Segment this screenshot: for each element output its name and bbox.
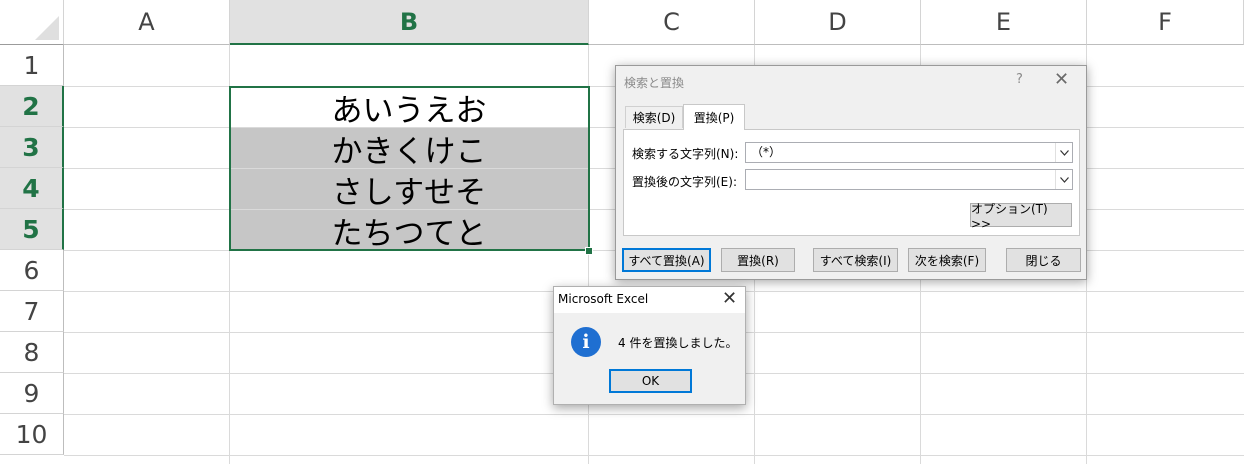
replace-button[interactable]: 置換(R) <box>721 248 795 272</box>
tab-replace[interactable]: 置換(P) <box>683 104 745 130</box>
row-header-9[interactable]: 9 <box>0 373 64 414</box>
row-header-1[interactable]: 1 <box>0 45 64 86</box>
column-header-d[interactable]: D <box>755 0 921 45</box>
select-all-corner[interactable] <box>0 0 64 45</box>
find-what-label: 検索する文字列(N): <box>632 147 739 161</box>
cell-b3[interactable]: かきくけこ <box>230 128 588 170</box>
info-icon: i <box>571 327 601 357</box>
column-header-a[interactable]: A <box>64 0 230 45</box>
chevron-down-icon[interactable] <box>1055 143 1072 162</box>
row-header-3[interactable]: 3 <box>0 127 64 168</box>
row-header-5[interactable]: 5 <box>0 209 64 250</box>
cell-b5[interactable]: たちつてと <box>230 210 588 252</box>
column-header-e[interactable]: E <box>921 0 1087 45</box>
message-box-titlebar: Microsoft Excel ✕ <box>554 287 745 313</box>
cell-b2[interactable]: あいうえお <box>230 87 588 129</box>
row-header-7[interactable]: 7 <box>0 291 64 332</box>
row-header-6[interactable]: 6 <box>0 250 64 291</box>
message-box: Microsoft Excel ✕ i 4 件を置換しました。 OK <box>553 286 746 405</box>
row-header-8[interactable]: 8 <box>0 332 64 373</box>
row-header-10[interactable]: 10 <box>0 414 64 455</box>
cell-b4[interactable]: さしすせそ <box>230 169 588 211</box>
column-header-c[interactable]: C <box>589 0 755 45</box>
options-button[interactable]: オプション(T) >> <box>970 202 1072 231</box>
find-next-button[interactable]: 次を検索(F) <box>908 248 986 272</box>
find-replace-dialog: 検索と置換 ? ✕ 検索(D) 置換(P) 検索する文字列(N): （*） 置換… <box>615 65 1087 280</box>
find-all-button[interactable]: すべて検索(I) <box>813 248 898 272</box>
select-all-triangle <box>35 16 59 40</box>
replace-with-input[interactable] <box>745 169 1073 190</box>
message-text: 4 件を置換しました。 <box>618 336 738 350</box>
dialog-title: 検索と置換 <box>624 76 685 90</box>
row-header-4[interactable]: 4 <box>0 168 64 209</box>
column-header-b[interactable]: B <box>230 0 589 45</box>
column-header-f[interactable]: F <box>1087 0 1244 45</box>
help-button[interactable]: ? <box>1016 72 1023 87</box>
gridline <box>64 455 1244 456</box>
row-header-2[interactable]: 2 <box>0 86 64 127</box>
replace-all-button[interactable]: すべて置換(A) <box>622 248 711 272</box>
ok-button[interactable]: OK <box>609 369 692 393</box>
replace-tab-panel: 検索する文字列(N): （*） 置換後の文字列(E): オプション(T) >> <box>623 129 1080 236</box>
message-box-title: Microsoft Excel <box>558 292 649 306</box>
find-what-input[interactable]: （*） <box>745 142 1073 163</box>
tab-find[interactable]: 検索(D) <box>625 106 683 128</box>
chevron-down-icon[interactable] <box>1055 170 1072 189</box>
message-box-close-button[interactable]: ✕ <box>722 288 737 309</box>
fill-handle[interactable] <box>585 247 593 255</box>
find-what-value: （*） <box>751 145 782 159</box>
close-dialog-button[interactable]: 閉じる <box>1006 248 1081 272</box>
dialog-close-button[interactable]: ✕ <box>1054 69 1069 90</box>
gridline <box>64 414 1244 415</box>
replace-with-label: 置換後の文字列(E): <box>632 175 737 189</box>
